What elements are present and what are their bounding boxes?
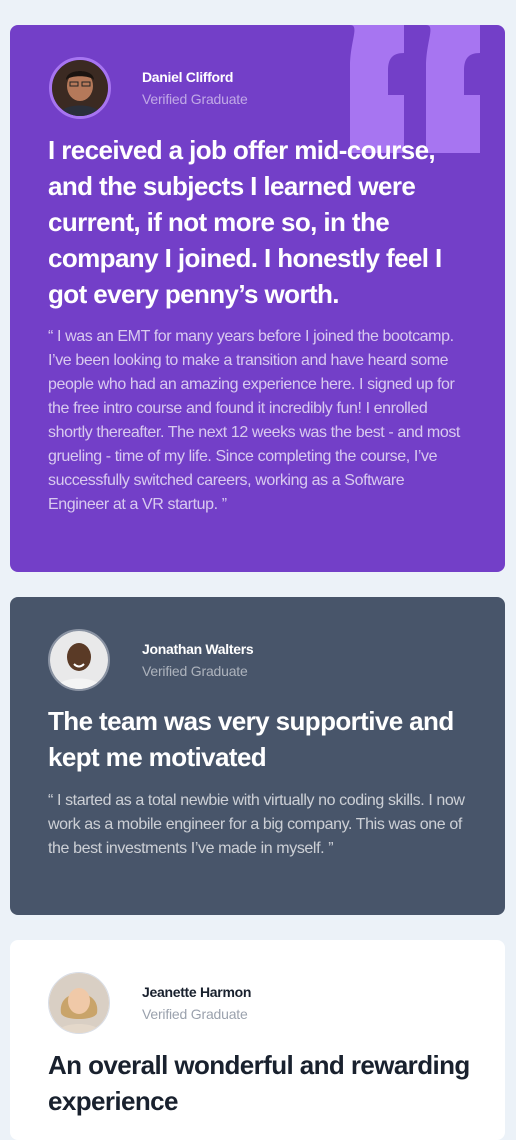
testimonial-headline: The team was very supportive and kept me… <box>48 706 454 772</box>
testimonial-card-daniel: Daniel Clifford Verified Graduate I rece… <box>10 25 505 572</box>
testimonial-headline: I received a job offer mid-course, and t… <box>48 135 442 309</box>
avatar-daniel <box>49 57 111 119</box>
testimonial-body: “ I was an EMT for many years before I j… <box>48 328 460 513</box>
testimonial-body: “ I started as a total newbie with virtu… <box>48 792 465 857</box>
author-name: Jonathan Walters <box>142 641 254 657</box>
testimonial-card-jonathan: Jonathan Walters Verified Graduate The t… <box>10 597 505 915</box>
author-role: Verified Graduate <box>142 91 248 107</box>
avatar-jonathan <box>48 629 110 691</box>
author-header: Jonathan Walters Verified Graduate <box>48 629 468 693</box>
author-role: Verified Graduate <box>142 1006 248 1022</box>
author-header: Daniel Clifford Verified Graduate <box>48 57 468 121</box>
author-header: Jeanette Harmon Verified Graduate <box>48 972 468 1036</box>
testimonial-card-jeanette: Jeanette Harmon Verified Graduate An ove… <box>10 940 505 1140</box>
testimonial-headline: An overall wonderful and rewarding exper… <box>48 1050 470 1116</box>
author-name: Jeanette Harmon <box>142 984 252 1000</box>
author-role: Verified Graduate <box>142 663 248 679</box>
avatar-jeanette <box>48 972 110 1034</box>
author-name: Daniel Clifford <box>142 69 234 85</box>
